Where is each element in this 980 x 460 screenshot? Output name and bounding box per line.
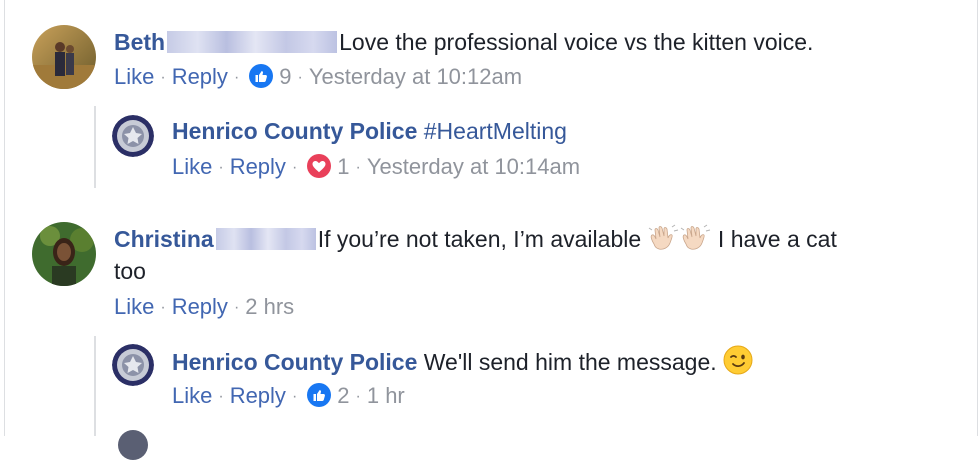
separator-dot: · xyxy=(355,388,361,405)
redacted-surname xyxy=(215,228,316,250)
separator-dot: · xyxy=(291,159,298,176)
separator-dot: · xyxy=(355,159,361,176)
comment-actions-christina: Like · Reply · 2 hrs xyxy=(114,293,294,322)
waving-hand-emoji xyxy=(680,224,712,259)
avatar-christina[interactable] xyxy=(32,222,96,286)
comment-actions-beth: Like · Reply · 9 · Yesterday at 10:12am xyxy=(114,63,522,92)
separator-dot: · xyxy=(218,388,224,405)
comment-text-continued: I have a cat xyxy=(717,226,837,252)
like-reaction-icon[interactable] xyxy=(249,64,274,88)
comment-text-line2: too xyxy=(114,258,146,284)
reply-body-1: Henrico County Police #HeartMelting xyxy=(172,116,567,146)
separator-dot: · xyxy=(297,69,303,86)
reply-actions-1: Like · Reply · 1 · Yesterday at 10:14am xyxy=(172,153,580,182)
like-reaction-icon[interactable] xyxy=(307,383,332,407)
separator-dot: · xyxy=(291,388,298,405)
reaction-count[interactable]: 2 xyxy=(337,383,349,408)
comment-timestamp[interactable]: 2 hrs xyxy=(245,294,294,319)
comment-body-christina-line2: too xyxy=(114,256,146,286)
reply-thread-line xyxy=(94,106,96,188)
comment-text: If you’re not taken, I’m available xyxy=(317,226,642,252)
avatar-beth[interactable] xyxy=(32,25,96,89)
avatar-henrico-police[interactable] xyxy=(112,344,154,386)
reply-author[interactable]: Henrico County Police xyxy=(172,349,417,375)
separator-dot: · xyxy=(218,159,224,176)
waving-hand-emoji xyxy=(648,224,680,259)
like-link[interactable]: Like xyxy=(114,64,154,89)
winking-face-emoji xyxy=(723,345,753,382)
reply-actions-2: Like · Reply · 2 · 1 hr xyxy=(172,382,405,411)
reply-author[interactable]: Henrico County Police xyxy=(172,118,417,144)
reply-link[interactable]: Reply xyxy=(172,64,228,89)
reply-body-2: Henrico County Police We'll send him the… xyxy=(172,345,753,382)
reply-link[interactable]: Reply xyxy=(172,294,228,319)
reaction-count[interactable]: 9 xyxy=(279,64,291,89)
comment-author[interactable]: Beth xyxy=(114,29,165,55)
separator-dot: · xyxy=(160,69,166,86)
reaction-count[interactable]: 1 xyxy=(337,154,349,179)
separator-dot: · xyxy=(160,299,166,316)
comment-timestamp[interactable]: Yesterday at 10:12am xyxy=(309,64,522,89)
avatar-henrico-police[interactable] xyxy=(112,115,154,157)
comment-body-christina: Christina If you’re not taken, I’m availa… xyxy=(114,224,837,259)
reply-link[interactable]: Reply xyxy=(230,154,286,179)
like-link[interactable]: Like xyxy=(172,154,212,179)
separator-dot: · xyxy=(233,69,240,86)
comment-body-beth: Beth Love the professional voice vs the k… xyxy=(114,27,813,57)
hashtag-link[interactable]: #HeartMelting xyxy=(424,118,567,144)
love-reaction-icon[interactable] xyxy=(307,154,332,178)
avatar-next-partial xyxy=(118,430,148,460)
reply-text: We'll send him the message. xyxy=(423,349,717,375)
redacted-surname xyxy=(167,31,338,53)
like-link[interactable]: Like xyxy=(114,294,154,319)
reply-timestamp[interactable]: Yesterday at 10:14am xyxy=(367,154,580,179)
separator-dot: · xyxy=(233,299,240,316)
reply-thread-line xyxy=(94,336,96,436)
like-link[interactable]: Like xyxy=(172,383,212,408)
comment-author[interactable]: Christina xyxy=(114,226,214,252)
reply-link[interactable]: Reply xyxy=(230,383,286,408)
comment-text: Love the professional voice vs the kitte… xyxy=(339,29,814,55)
reply-timestamp[interactable]: 1 hr xyxy=(367,383,405,408)
